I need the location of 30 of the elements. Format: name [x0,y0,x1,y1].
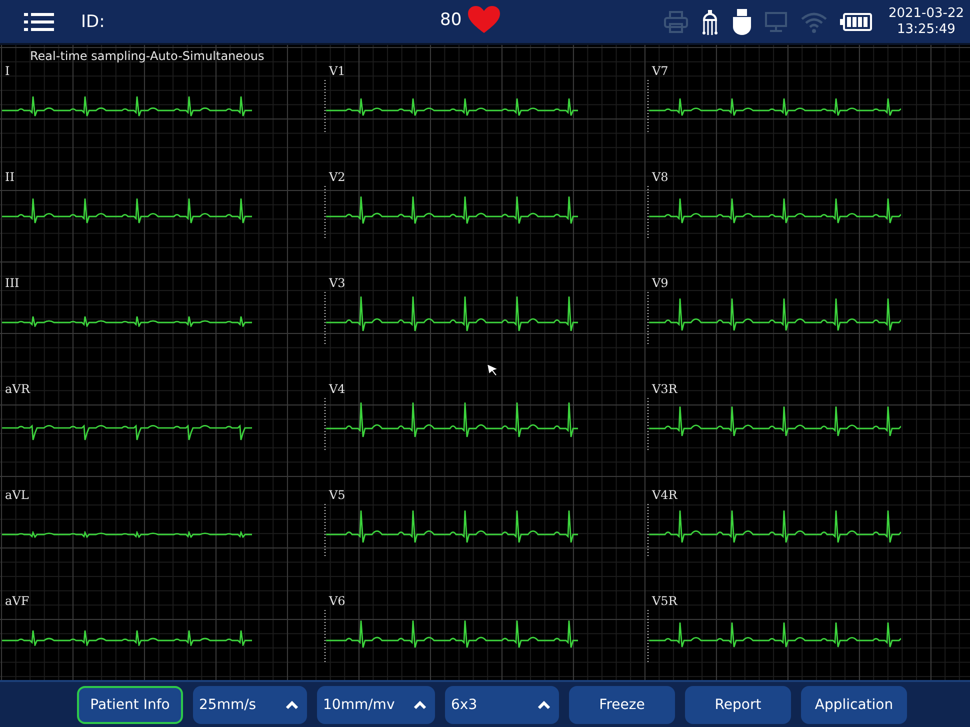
lead-label: V4 [328,382,346,398]
lead-label: V8 [650,170,668,186]
time-text: 13:25:49 [897,22,956,38]
patient-id-label: ID: [81,12,105,32]
lead-label: III [4,276,20,292]
dropdown-button[interactable]: 6x3 [445,686,559,724]
lead-label: II [4,170,14,186]
lead-label: V7 [650,64,668,80]
lead-label: V9 [650,276,668,292]
mode-title: Real-time sampling-Auto-Simultaneous [30,49,264,63]
lead-label: V6 [328,594,346,610]
lead-label: aVF [4,594,30,610]
dropdown-button[interactable]: 10mm/mv [317,686,435,724]
lead-label: I [4,64,10,80]
heart-rate: 80 [440,10,462,30]
lead-label: aVL [4,488,29,504]
lead-label: V3R [650,382,678,398]
lead-label: V3 [328,276,346,292]
lead-label: V5R [650,594,678,610]
action-button[interactable]: Application [801,686,907,724]
action-button[interactable]: Report [685,686,791,724]
dropdown-button[interactable]: 25mm/s [193,686,307,724]
lead-label: V5 [328,488,346,504]
date-text: 2021-03-22 [888,6,964,22]
action-button[interactable]: Freeze [569,686,675,724]
lead-label: V4R [650,488,678,504]
lead-label: aVR [4,382,30,398]
lead-label: V1 [328,64,346,80]
action-button[interactable]: Patient Info [77,686,183,724]
lead-label: V2 [328,170,346,186]
